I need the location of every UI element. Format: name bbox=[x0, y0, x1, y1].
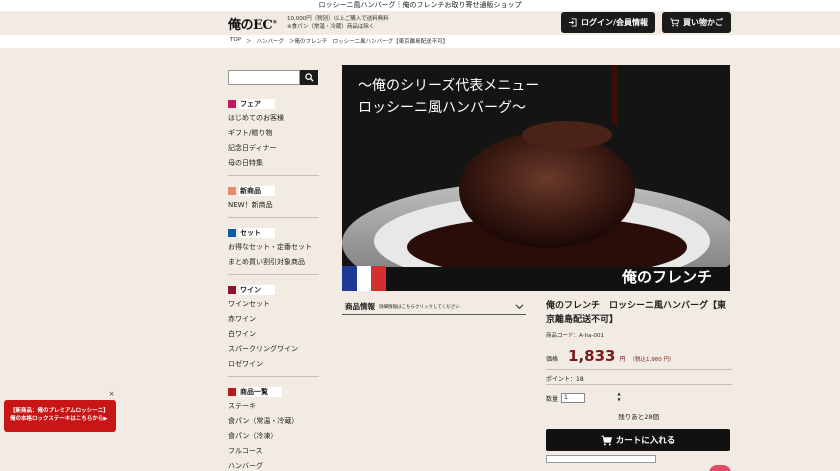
price-tax: （税込1,980 円） bbox=[629, 357, 675, 363]
sidebar-item[interactable]: 白ワイン bbox=[228, 328, 319, 343]
sidebar-item[interactable]: はじめてのお客様 bbox=[228, 112, 319, 127]
breadcrumb-top[interactable]: TOP bbox=[230, 37, 241, 45]
price-value: 1,833 bbox=[568, 347, 616, 365]
close-icon[interactable]: × bbox=[107, 390, 116, 399]
add-to-cart-button[interactable]: カートに入れる bbox=[546, 429, 730, 451]
category-new: 新商品 NEW！新商品 bbox=[228, 185, 319, 214]
sidebar-item[interactable]: ギフト/贈り物 bbox=[228, 127, 319, 142]
search-box bbox=[228, 70, 318, 85]
category-marker bbox=[228, 387, 236, 396]
france-flag-icon bbox=[342, 266, 387, 291]
search-input[interactable] bbox=[228, 70, 300, 85]
header: 俺のEC® 10,000円（税別）以上ご購入で送料無料 ※食パン（常温・冷蔵）商… bbox=[0, 11, 840, 35]
shipping-notice: 10,000円（税別）以上ご購入で送料無料 ※食パン（常温・冷蔵）商品は除く bbox=[287, 16, 389, 30]
sidebar-item[interactable]: ワインセット bbox=[228, 298, 319, 313]
breadcrumb-current: ロッシーニ風ハンバーグ【東京離島配送不可】 bbox=[332, 39, 449, 45]
site-title: ロッシーニ風ハンバーグ｜俺のフレンチお取り寄せ通販ショップ bbox=[318, 1, 522, 9]
category-set: セット お得なセット・定番セット まとめ買い割引対象商品 bbox=[228, 227, 319, 271]
search-button[interactable] bbox=[300, 70, 318, 85]
site-title-bar: ロッシーニ風ハンバーグ｜俺のフレンチお取り寄せ通販ショップ bbox=[0, 0, 840, 11]
stock-remaining: 残りあと28個 bbox=[618, 413, 659, 421]
breadcrumb: TOP ＞ ハンバーグ ＞俺のフレンチ ロッシーニ風ハンバーグ【東京離島配送不可… bbox=[230, 37, 448, 45]
category-title: フェア bbox=[239, 98, 275, 109]
sidebar-item[interactable]: NEW！新商品 bbox=[228, 199, 319, 214]
promo-banner[interactable]: 【新商品：俺のプレミアムロッシーニ】 俺の本格ロックステーキはこちらから▶ bbox=[4, 400, 116, 432]
divider bbox=[546, 384, 732, 385]
favorite-heart-icon[interactable] bbox=[709, 465, 731, 471]
category-marker bbox=[228, 186, 236, 195]
divider bbox=[228, 217, 319, 218]
price-unit: 円 bbox=[619, 356, 626, 363]
info-tab-title: 商品情報 bbox=[345, 302, 375, 311]
category-fair: フェア はじめてのお客様 ギフト/贈り物 記念日ディナー 母の日特集 bbox=[228, 98, 319, 172]
quantity-label: 数量 bbox=[546, 395, 559, 403]
login-icon bbox=[568, 18, 577, 27]
sidebar-item[interactable]: 食パン（常温・冷蔵） bbox=[228, 415, 319, 430]
category-title: 新商品 bbox=[239, 185, 275, 196]
category-marker bbox=[228, 285, 236, 294]
breadcrumb-brand[interactable]: ＞俺のフレンチ bbox=[289, 37, 328, 45]
category-marker bbox=[228, 99, 236, 108]
cart-button[interactable]: 買い物かご bbox=[662, 12, 731, 33]
info-tab-hint: 詳細情報はこちらクリックしてください bbox=[379, 304, 460, 310]
cart-icon bbox=[601, 435, 612, 445]
sidebar-item[interactable]: まとめ買い割引対象商品 bbox=[228, 256, 319, 271]
hero-brand: 俺のフレンチ bbox=[621, 268, 712, 286]
secondary-button[interactable] bbox=[546, 455, 656, 463]
product-info-tab[interactable]: 商品情報 詳細情報はこちらクリックしてください bbox=[342, 299, 526, 315]
breadcrumb-bar: TOP ＞ ハンバーグ ＞俺のフレンチ ロッシーニ風ハンバーグ【東京離島配送不可… bbox=[0, 35, 840, 48]
sidebar: フェア はじめてのお客様 ギフト/贈り物 記念日ディナー 母の日特集 新商品 N… bbox=[228, 98, 319, 471]
sidebar-item[interactable]: 記念日ディナー bbox=[228, 142, 319, 157]
quantity-input[interactable]: 1 bbox=[561, 393, 586, 403]
quantity-row: 数量 1 ▲ ▼ bbox=[546, 391, 732, 405]
sidebar-item[interactable]: スパークリングワイン bbox=[228, 343, 319, 358]
breadcrumb-hamburg[interactable]: ハンバーグ bbox=[257, 37, 285, 45]
breadcrumb-sep: ＞ bbox=[246, 39, 252, 45]
divider bbox=[546, 369, 732, 370]
site-logo[interactable]: 俺のEC® bbox=[228, 14, 277, 33]
chevron-down-icon bbox=[515, 304, 524, 310]
cart-icon bbox=[670, 18, 679, 27]
divider bbox=[228, 376, 319, 377]
sidebar-item[interactable]: 赤ワイン bbox=[228, 313, 319, 328]
product-hero-image: ～俺のシリーズ代表メニュー ロッシーニ風ハンバーグ～ 俺のフレンチ bbox=[342, 65, 730, 291]
sidebar-item[interactable]: フルコース bbox=[228, 445, 319, 460]
sidebar-item[interactable]: 母の日特集 bbox=[228, 157, 319, 172]
category-products: 商品一覧 ステーキ 食パン（常温・冷蔵） 食パン（冷凍） フルコース ハンバーグ bbox=[228, 386, 319, 471]
login-button[interactable]: ログイン/会員情報 bbox=[561, 12, 655, 33]
divider bbox=[228, 175, 319, 176]
sidebar-item[interactable]: ロゼワイン bbox=[228, 358, 319, 373]
category-title: 商品一覧 bbox=[239, 386, 282, 397]
search-icon bbox=[304, 73, 314, 82]
divider bbox=[228, 274, 319, 275]
sidebar-item[interactable]: お得なセット・定番セット bbox=[228, 241, 319, 256]
sidebar-item[interactable]: 食パン（冷凍） bbox=[228, 430, 319, 445]
price-label: 価格 bbox=[546, 356, 559, 363]
product-name: 俺のフレンチ ロッシーニ風ハンバーグ【東京離島配送不可】 bbox=[546, 301, 727, 325]
category-title: ワイン bbox=[239, 284, 275, 295]
hero-title: ～俺のシリーズ代表メニュー ロッシーニ風ハンバーグ～ bbox=[358, 78, 540, 116]
product-code: 商品コード：A-ha-001 bbox=[546, 333, 604, 339]
quantity-stepper[interactable]: ▲ ▼ bbox=[616, 391, 622, 405]
price-row: 価格 1,833 円 （税込1,980 円） bbox=[546, 347, 732, 365]
category-wine: ワイン ワインセット 赤ワイン 白ワイン スパークリングワイン ロゼワイン bbox=[228, 284, 319, 373]
sidebar-item[interactable]: ハンバーグ bbox=[228, 460, 319, 471]
category-title: セット bbox=[239, 227, 275, 238]
product-panel: 俺のフレンチ ロッシーニ風ハンバーグ【東京離島配送不可】 商品コード：A-ha-… bbox=[546, 299, 732, 463]
points: ポイント：18 bbox=[546, 376, 584, 383]
category-marker bbox=[228, 228, 236, 237]
sidebar-item[interactable]: ステーキ bbox=[228, 400, 319, 415]
